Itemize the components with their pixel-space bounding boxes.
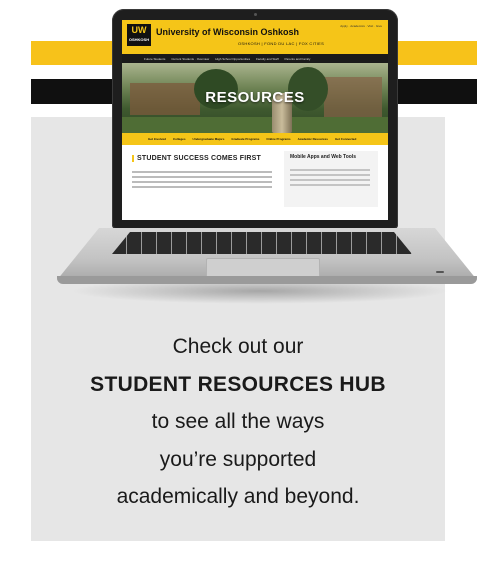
cta-line: you’re supported (159, 447, 317, 471)
sub-nav: Get Involved Colleges Undergraduate Majo… (122, 133, 388, 145)
main-nav-item: Faculty and Staff (256, 56, 279, 61)
hero-image: RESOURCES (122, 63, 388, 133)
site-title: University of Wisconsin Oshkosh (156, 27, 299, 37)
hero-lawn (122, 117, 388, 133)
laptop-base-edge (57, 276, 477, 284)
sub-nav-item: Online Programs (266, 137, 291, 141)
utility-nav: Apply · Academics · Visit · Give (340, 24, 382, 28)
main-nav-item: Future Students (144, 56, 166, 61)
site-body: STUDENT SUCCESS COMES FIRST Mobile Apps … (122, 145, 388, 210)
sub-nav-item: Colleges (173, 137, 186, 141)
body-text-lines (132, 171, 272, 191)
side-card-text-lines (290, 169, 370, 189)
site-tagline: OSHKOSH | FOND DU LAC | FOX CITIES (238, 41, 325, 46)
sub-nav-item: Undergraduate Majors (192, 137, 225, 141)
laptop-lid: UW OSHKOSH University of Wisconsin Oshkos… (112, 9, 398, 229)
sub-nav-item: Graduate Programs (231, 137, 260, 141)
side-card: Mobile Apps and Web Tools (284, 151, 378, 207)
sub-nav-item: Get Involved (148, 137, 167, 141)
main-nav: Future Students Current Students · Overv… (122, 54, 388, 63)
main-nav-item: High School Opportunities (215, 56, 251, 61)
power-indicator (436, 271, 444, 273)
sub-nav-item: Get Connected (334, 137, 357, 141)
site-header: UW OSHKOSH University of Wisconsin Oshkos… (122, 20, 388, 54)
main-nav-item: Parents and Family (284, 56, 311, 61)
cta-hub-link[interactable]: STUDENT RESOURCES HUB (31, 366, 445, 404)
laptop-trackpad (206, 258, 320, 278)
side-card-title: Mobile Apps and Web Tools (290, 154, 357, 160)
cta-text: Check out our STUDENT RESOURCES HUB to s… (31, 328, 445, 516)
laptop-keyboard (112, 232, 412, 254)
uwo-logo: UW OSHKOSH (127, 24, 151, 46)
cta-line: to see all the ways (151, 410, 325, 433)
cta-line: academically and beyond. (116, 485, 360, 508)
main-heading: STUDENT SUCCESS COMES FIRST (132, 155, 279, 162)
main-nav-item: Current Students · Overview (171, 56, 210, 61)
laptop-screen: UW OSHKOSH University of Wisconsin Oshkos… (122, 20, 388, 220)
hero-label: RESOURCES (205, 89, 305, 106)
cta-line: Check out our (172, 335, 304, 358)
camera-icon (254, 13, 257, 16)
sub-nav-item: Academic Resources (297, 137, 328, 141)
